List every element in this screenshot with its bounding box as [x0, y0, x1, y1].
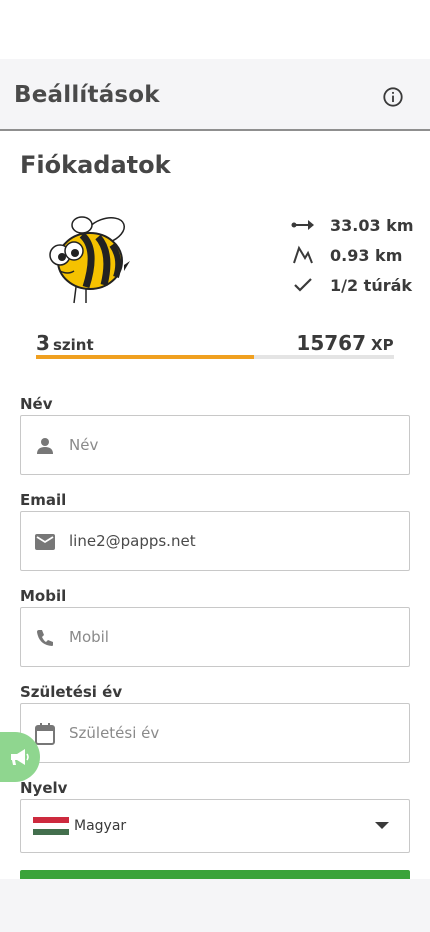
elevation-icon — [290, 244, 316, 266]
email-field[interactable]: line2@papps.net — [20, 511, 410, 571]
language-label: Nyelv — [20, 779, 68, 797]
phone-field[interactable]: Mobil — [20, 607, 410, 667]
level-number: 3 — [36, 331, 50, 355]
language-value: Magyar — [74, 818, 127, 834]
section-title: Fiókadatok — [20, 151, 171, 179]
language-select[interactable]: Magyar — [20, 799, 410, 853]
name-input[interactable]: Név — [69, 436, 98, 454]
hungary-flag-icon — [33, 817, 69, 835]
name-field[interactable]: Név — [20, 415, 410, 475]
info-icon[interactable] — [381, 85, 405, 109]
stat-tours: 1/2 túrák — [290, 273, 420, 297]
check-icon — [290, 274, 316, 296]
xp-value: 15767 — [296, 331, 366, 355]
bottom-bar — [0, 879, 430, 932]
birth-year-label: Születési év — [20, 683, 123, 701]
megaphone-icon — [11, 749, 29, 765]
status-bar — [0, 0, 430, 59]
level-progress-bar — [36, 355, 394, 359]
save-button[interactable] — [20, 870, 410, 879]
stat-distance: 33.03 km — [290, 213, 420, 237]
app-bar: Beállítások — [0, 59, 430, 131]
settings-content[interactable]: Fiókadatok 33.03 km 0.93 km 1/2 túrák 3 … — [0, 131, 430, 879]
avatar — [40, 209, 130, 307]
email-label: Email — [20, 491, 67, 509]
birth-year-field[interactable]: Születési év — [20, 703, 410, 763]
stat-elevation: 0.93 km — [290, 243, 420, 267]
birth-year-input[interactable]: Születési év — [69, 724, 159, 742]
chevron-down-icon[interactable] — [375, 822, 389, 829]
page-title: Beállítások — [14, 82, 160, 108]
phone-icon — [33, 626, 57, 650]
phone-label: Mobil — [20, 587, 67, 605]
email-input[interactable]: line2@papps.net — [69, 532, 196, 550]
phone-input[interactable]: Mobil — [69, 628, 109, 646]
stat-value: 0.93 km — [330, 245, 403, 265]
xp-label: XP — [371, 336, 394, 354]
level-progress-fill — [36, 355, 255, 359]
stat-value: 1/2 túrák — [330, 275, 413, 295]
calendar-icon — [33, 722, 57, 746]
name-label: Név — [20, 395, 53, 413]
mail-icon — [33, 530, 57, 554]
person-icon — [33, 434, 57, 458]
level-label: szint — [53, 336, 94, 354]
distance-icon — [290, 214, 316, 236]
stat-value: 33.03 km — [330, 215, 414, 235]
